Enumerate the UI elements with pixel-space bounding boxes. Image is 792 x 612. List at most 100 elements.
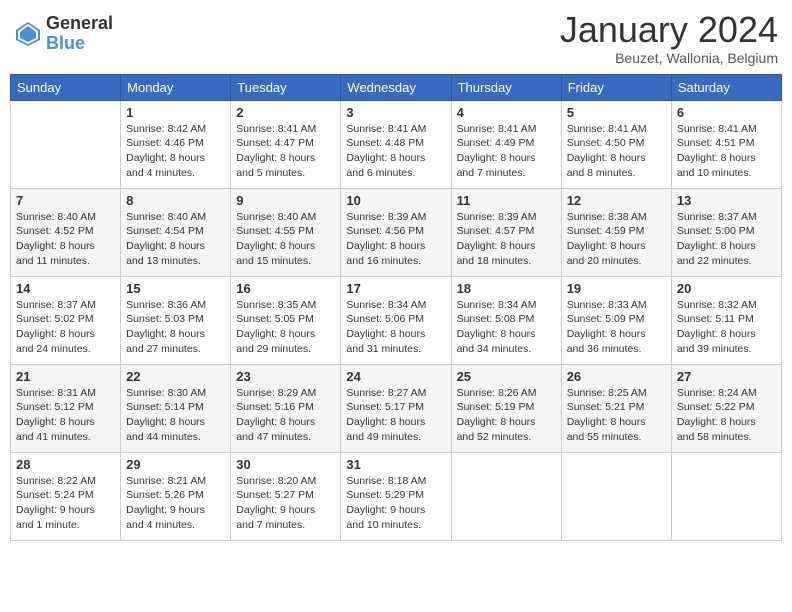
day-info: Sunrise: 8:35 AMSunset: 5:05 PMDaylight:…: [236, 298, 335, 357]
table-row: 2Sunrise: 8:41 AMSunset: 4:47 PMDaylight…: [231, 100, 341, 188]
calendar-week-row: 1Sunrise: 8:42 AMSunset: 4:46 PMDaylight…: [11, 100, 782, 188]
day-number: 9: [236, 193, 335, 208]
logo-general: General: [46, 14, 113, 34]
location-subtitle: Beuzet, Wallonia, Belgium: [560, 50, 778, 66]
table-row: 23 Sunrise: 8:29 AMSunset: 5:16 PMDayligh…: [231, 364, 341, 452]
table-row: 27Sunrise: 8:24 AMSunset: 5:22 PMDayligh…: [671, 364, 781, 452]
day-number: 31: [346, 457, 445, 472]
table-row: 30Sunrise: 8:20 AMSunset: 5:27 PMDayligh…: [231, 452, 341, 540]
table-row: 15Sunrise: 8:36 AMSunset: 5:03 PMDayligh…: [121, 276, 231, 364]
table-row: [11, 100, 121, 188]
calendar-table: Sunday Monday Tuesday Wednesday Thursday…: [10, 74, 782, 541]
table-row: 7Sunrise: 8:40 AMSunset: 4:52 PMDaylight…: [11, 188, 121, 276]
day-number: 8: [126, 193, 225, 208]
table-row: 31 Sunrise: 8:18 AMSunset: 5:29 PMDayligh…: [341, 452, 451, 540]
day-info: Sunrise: 8:39 AMSunset: 4:57 PMDaylight:…: [457, 210, 556, 269]
day-number: 19: [567, 281, 666, 296]
calendar-week-row: 21 Sunrise: 8:31 AMSunset: 5:12 PMDayligh…: [11, 364, 782, 452]
day-number: 3: [346, 105, 445, 120]
table-row: 22 Sunrise: 8:30 AMSunset: 5:14 PMDayligh…: [121, 364, 231, 452]
table-row: 28 Sunrise: 8:22 AMSunset: 5:24 PMDayligh…: [11, 452, 121, 540]
table-row: 10Sunrise: 8:39 AMSunset: 4:56 PMDayligh…: [341, 188, 451, 276]
day-number: 14: [16, 281, 115, 296]
day-info: Sunrise: 8:32 AMSunset: 5:11 PMDaylight:…: [677, 298, 776, 357]
logo-icon: [14, 20, 42, 48]
day-info: Sunrise: 8:25 AMSunset: 5:21 PMDaylight:…: [567, 386, 666, 445]
title-block: January 2024 Beuzet, Wallonia, Belgium: [560, 10, 778, 66]
day-info: Sunrise: 8:21 AMSunset: 5:26 PMDaylight:…: [126, 474, 225, 533]
day-info: Sunrise: 8:27 AMSunset: 5:17 PMDaylight:…: [346, 386, 445, 445]
day-number: 2: [236, 105, 335, 120]
table-row: [451, 452, 561, 540]
day-number: 22: [126, 369, 225, 384]
logo-blue: Blue: [46, 34, 113, 54]
table-row: 9 Sunrise: 8:40 AMSunset: 4:55 PMDaylight…: [231, 188, 341, 276]
table-row: 20 Sunrise: 8:32 AMSunset: 5:11 PMDayligh…: [671, 276, 781, 364]
day-number: 12: [567, 193, 666, 208]
day-info: Sunrise: 8:37 AMSunset: 5:00 PMDaylight:…: [677, 210, 776, 269]
table-row: 3 Sunrise: 8:41 AMSunset: 4:48 PMDaylight…: [341, 100, 451, 188]
table-row: 6 Sunrise: 8:41 AMSunset: 4:51 PMDaylight…: [671, 100, 781, 188]
day-number: 13: [677, 193, 776, 208]
table-row: 8 Sunrise: 8:40 AMSunset: 4:54 PMDaylight…: [121, 188, 231, 276]
table-row: 25Sunrise: 8:26 AMSunset: 5:19 PMDayligh…: [451, 364, 561, 452]
day-info: Sunrise: 8:30 AMSunset: 5:14 PMDaylight:…: [126, 386, 225, 445]
page-header: General Blue January 2024 Beuzet, Wallon…: [10, 10, 782, 66]
day-number: 6: [677, 105, 776, 120]
table-row: 4Sunrise: 8:41 AMSunset: 4:49 PMDaylight…: [451, 100, 561, 188]
logo: General Blue: [14, 14, 113, 54]
table-row: 1Sunrise: 8:42 AMSunset: 4:46 PMDaylight…: [121, 100, 231, 188]
table-row: 29 Sunrise: 8:21 AMSunset: 5:26 PMDayligh…: [121, 452, 231, 540]
day-number: 16: [236, 281, 335, 296]
day-number: 15: [126, 281, 225, 296]
day-number: 29: [126, 457, 225, 472]
table-row: 24 Sunrise: 8:27 AMSunset: 5:17 PMDayligh…: [341, 364, 451, 452]
table-row: [671, 452, 781, 540]
col-thursday: Thursday: [451, 74, 561, 100]
day-number: 23: [236, 369, 335, 384]
day-number: 11: [457, 193, 556, 208]
table-row: 14 Sunrise: 8:37 AMSunset: 5:02 PMDayligh…: [11, 276, 121, 364]
day-info: Sunrise: 8:39 AMSunset: 4:56 PMDaylight:…: [346, 210, 445, 269]
day-info: Sunrise: 8:22 AMSunset: 5:24 PMDaylight:…: [16, 474, 115, 533]
month-title: January 2024: [560, 10, 778, 50]
table-row: 11 Sunrise: 8:39 AMSunset: 4:57 PMDayligh…: [451, 188, 561, 276]
day-number: 30: [236, 457, 335, 472]
col-saturday: Saturday: [671, 74, 781, 100]
day-info: Sunrise: 8:40 AMSunset: 4:55 PMDaylight:…: [236, 210, 335, 269]
day-info: Sunrise: 8:37 AMSunset: 5:02 PMDaylight:…: [16, 298, 115, 357]
day-info: Sunrise: 8:41 AMSunset: 4:48 PMDaylight:…: [346, 122, 445, 181]
table-row: 21 Sunrise: 8:31 AMSunset: 5:12 PMDayligh…: [11, 364, 121, 452]
col-tuesday: Tuesday: [231, 74, 341, 100]
day-info: Sunrise: 8:34 AMSunset: 5:08 PMDaylight:…: [457, 298, 556, 357]
col-monday: Monday: [121, 74, 231, 100]
day-number: 21: [16, 369, 115, 384]
day-info: Sunrise: 8:38 AMSunset: 4:59 PMDaylight:…: [567, 210, 666, 269]
table-row: 16 Sunrise: 8:35 AMSunset: 5:05 PMDayligh…: [231, 276, 341, 364]
day-number: 26: [567, 369, 666, 384]
logo-text: General Blue: [46, 14, 113, 54]
calendar-week-row: 28 Sunrise: 8:22 AMSunset: 5:24 PMDayligh…: [11, 452, 782, 540]
table-row: 18 Sunrise: 8:34 AMSunset: 5:08 PMDayligh…: [451, 276, 561, 364]
day-number: 18: [457, 281, 556, 296]
day-info: Sunrise: 8:18 AMSunset: 5:29 PMDaylight:…: [346, 474, 445, 533]
calendar-week-row: 14 Sunrise: 8:37 AMSunset: 5:02 PMDayligh…: [11, 276, 782, 364]
day-number: 20: [677, 281, 776, 296]
day-info: Sunrise: 8:41 AMSunset: 4:51 PMDaylight:…: [677, 122, 776, 181]
day-number: 28: [16, 457, 115, 472]
table-row: [561, 452, 671, 540]
day-number: 1: [126, 105, 225, 120]
day-info: Sunrise: 8:41 AMSunset: 4:50 PMDaylight:…: [567, 122, 666, 181]
table-row: 5Sunrise: 8:41 AMSunset: 4:50 PMDaylight…: [561, 100, 671, 188]
day-info: Sunrise: 8:33 AMSunset: 5:09 PMDaylight:…: [567, 298, 666, 357]
day-info: Sunrise: 8:31 AMSunset: 5:12 PMDaylight:…: [16, 386, 115, 445]
day-info: Sunrise: 8:34 AMSunset: 5:06 PMDaylight:…: [346, 298, 445, 357]
table-row: 12 Sunrise: 8:38 AMSunset: 4:59 PMDayligh…: [561, 188, 671, 276]
day-number: 24: [346, 369, 445, 384]
col-sunday: Sunday: [11, 74, 121, 100]
day-number: 7: [16, 193, 115, 208]
day-info: Sunrise: 8:24 AMSunset: 5:22 PMDaylight:…: [677, 386, 776, 445]
day-info: Sunrise: 8:29 AMSunset: 5:16 PMDaylight:…: [236, 386, 335, 445]
day-info: Sunrise: 8:40 AMSunset: 4:54 PMDaylight:…: [126, 210, 225, 269]
table-row: 17Sunrise: 8:34 AMSunset: 5:06 PMDayligh…: [341, 276, 451, 364]
